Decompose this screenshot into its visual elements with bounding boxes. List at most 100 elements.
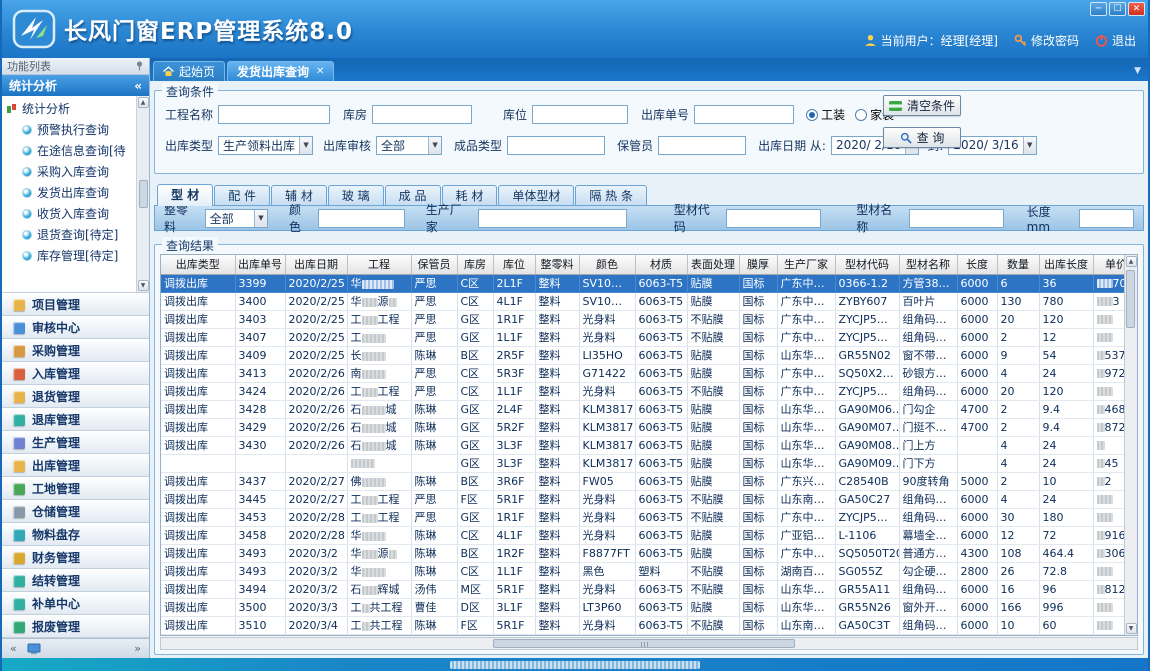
scroll-thumb[interactable] xyxy=(1126,270,1135,328)
table-row[interactable]: 调拨出库34302020/2/26石城陈琳G区3L3F整料KLM38176063… xyxy=(161,436,1138,454)
table-row[interactable]: 调拨出库34242020/2/26工工程严思C区1L1F整料光身料6063-T5… xyxy=(161,382,1138,400)
pin-icon[interactable] xyxy=(135,61,144,71)
tree-root[interactable]: 统计分析 xyxy=(6,98,135,119)
column-header[interactable]: 膜厚 xyxy=(739,255,777,274)
table-row[interactable]: 调拨出库34452020/2/27工工程严思F区5R1F整料光身料6063-T5… xyxy=(161,490,1138,508)
logout-button[interactable]: 退出 xyxy=(1095,32,1136,49)
table-row[interactable]: 调拨出库34092020/2/25长陈琳B区2R5F整料LI35HO6063-T… xyxy=(161,346,1138,364)
sidebar-section-header[interactable]: 统计分析 « xyxy=(2,75,149,96)
material-tab[interactable]: 玻 璃 xyxy=(328,185,384,206)
sidebar-menu-item[interactable]: 补单中心 xyxy=(2,592,149,615)
table-row[interactable]: 调拨出库34032020/2/25工工程严思G区1R1F整料光身料6063-T5… xyxy=(161,310,1138,328)
table-row[interactable]: 调拨出库35112020/3/4工共工程陈琳F区1L2F整料光身料6063-T5… xyxy=(161,634,1138,636)
table-row[interactable]: 调拨出库34932020/3/2华源陈琳B区1R2F整料F8877FT6063-… xyxy=(161,544,1138,562)
location-input[interactable] xyxy=(532,105,628,124)
column-header[interactable]: 出库长度 xyxy=(1039,255,1093,274)
tab-close-icon[interactable]: ✕ xyxy=(316,67,324,77)
table-row[interactable]: 调拨出库33992020/2/25华严思C区2L1F整料SV10…6063-T5… xyxy=(161,274,1138,292)
project-name-input[interactable] xyxy=(218,105,330,124)
table-row[interactable]: 调拨出库34282020/2/26石城陈琳G区2L4F整料KLM38176063… xyxy=(161,400,1138,418)
material-tab[interactable]: 配 件 xyxy=(214,185,270,206)
table-row[interactable]: 调拨出库34582020/2/28华陈琳C区4L1F整料光身料6063-T5贴膜… xyxy=(161,526,1138,544)
table-row[interactable]: 调拨出库34132020/2/26南严思C区5R3F整料G714226063-T… xyxy=(161,364,1138,382)
column-header[interactable]: 型材代码 xyxy=(835,255,899,274)
table-row[interactable]: 调拨出库34532020/2/28工工程严思G区1R1F整料光身料6063-T5… xyxy=(161,508,1138,526)
scroll-down-icon[interactable]: ▼ xyxy=(1126,623,1137,634)
scroll-down-icon[interactable]: ▼ xyxy=(138,280,149,291)
length-input[interactable] xyxy=(1079,209,1134,228)
column-header[interactable]: 型材名称 xyxy=(899,255,957,274)
tree-item[interactable]: 发货出库查询 xyxy=(6,182,135,203)
sidebar-menu-item[interactable]: 生产管理 xyxy=(2,431,149,454)
column-header[interactable]: 出库类型 xyxy=(161,255,235,274)
whole-select[interactable]: 全部▼ xyxy=(205,209,268,228)
tab-list-dropdown-icon[interactable]: ▼ xyxy=(1134,66,1141,76)
material-tab[interactable]: 单体型材 xyxy=(498,185,574,206)
column-header[interactable]: 出库日期 xyxy=(285,255,347,274)
tree-item[interactable]: 在途信息查询[待 xyxy=(6,140,135,161)
sidebar-menu-item[interactable]: 结转管理 xyxy=(2,569,149,592)
column-header[interactable]: 库房 xyxy=(457,255,493,274)
table-horizontal-scrollbar[interactable] xyxy=(160,637,1138,650)
column-header[interactable]: 颜色 xyxy=(579,255,635,274)
sidebar-menu-item[interactable]: 项目管理 xyxy=(2,293,149,316)
sidebar-menu-item[interactable]: 退货管理 xyxy=(2,385,149,408)
footer-forward-icon[interactable]: » xyxy=(134,642,141,655)
audit-select[interactable]: 全部▼ xyxy=(376,136,442,155)
footer-back-icon[interactable]: « xyxy=(10,642,17,655)
material-tab[interactable]: 型 材 xyxy=(157,184,213,206)
keeper-input[interactable] xyxy=(658,136,746,155)
sidebar-menu-item[interactable]: 仓储管理 xyxy=(2,500,149,523)
column-header[interactable]: 出库单号 xyxy=(235,255,285,274)
scroll-thumb[interactable] xyxy=(139,180,148,208)
column-header[interactable]: 整零料 xyxy=(535,255,579,274)
tab-home[interactable]: 起始页 xyxy=(153,61,225,81)
column-header[interactable]: 工程 xyxy=(347,255,411,274)
tree-item[interactable]: 退货查询[待定] xyxy=(6,224,135,245)
sidebar-menu-item[interactable]: 采购管理 xyxy=(2,339,149,362)
column-header[interactable]: 材质 xyxy=(635,255,687,274)
table-row[interactable]: 调拨出库35102020/3/4工共工程陈琳F区5R1F整料光身料6063-T5… xyxy=(161,616,1138,634)
table-row[interactable]: G区3L3F整料KLM38176063-T5贴膜国标山东华…GA90M09…门下… xyxy=(161,454,1138,472)
out-type-select[interactable]: 生产领料出库▼ xyxy=(218,136,313,155)
radio-workwear[interactable]: 工装 xyxy=(806,106,845,123)
column-header[interactable]: 数量 xyxy=(997,255,1039,274)
column-header[interactable]: 库位 xyxy=(493,255,535,274)
column-header[interactable]: 表面处理 xyxy=(687,255,739,274)
order-no-input[interactable] xyxy=(694,105,794,124)
date-to-select[interactable]: 2020/ 3/16▼ xyxy=(948,136,1036,155)
tree-scrollbar[interactable]: ▲ ▼ xyxy=(136,96,149,292)
table-row[interactable]: 调拨出库34372020/2/27佛陈琳B区3R6F整料FW056063-T5贴… xyxy=(161,472,1138,490)
scroll-up-icon[interactable]: ▲ xyxy=(1126,256,1137,267)
clear-conditions-button[interactable]: 清空条件 xyxy=(883,95,961,116)
sidebar-menu-item[interactable]: 报废管理 xyxy=(2,615,149,638)
sidebar-menu-item[interactable]: 出库管理 xyxy=(2,454,149,477)
minimize-button[interactable]: ─ xyxy=(1090,2,1107,16)
sidebar-menu-item[interactable]: 工地管理 xyxy=(2,477,149,500)
sidebar-menu-item[interactable]: 审核中心 xyxy=(2,316,149,339)
scroll-thumb[interactable] xyxy=(493,639,796,648)
column-header[interactable]: 保管员 xyxy=(411,255,457,274)
sidebar-menu-item[interactable]: 财务管理 xyxy=(2,546,149,569)
manufacturer-input[interactable] xyxy=(478,209,626,228)
scroll-up-icon[interactable]: ▲ xyxy=(138,97,149,108)
column-header[interactable]: 长度 xyxy=(957,255,997,274)
table-row[interactable]: 调拨出库34072020/2/25工严思G区1L1F整料光身料6063-T5不贴… xyxy=(161,328,1138,346)
product-type-input[interactable] xyxy=(507,136,605,155)
tree-item[interactable]: 库存管理[待定] xyxy=(6,245,135,266)
profile-name-input[interactable] xyxy=(909,209,1004,228)
change-password-button[interactable]: 修改密码 xyxy=(1014,32,1079,49)
table-row[interactable]: 调拨出库34292020/2/26石城陈琳G区5R2F整料KLM38176063… xyxy=(161,418,1138,436)
sidebar-menu-item[interactable]: 物料盘存 xyxy=(2,523,149,546)
table-row[interactable]: 调拨出库34932020/3/2华陈琳C区1L1F整料黑色塑料不贴膜国标湖南百…… xyxy=(161,562,1138,580)
table-row[interactable]: 调拨出库35002020/3/3工共工程曹佳D区3L1F整料LT3P606063… xyxy=(161,598,1138,616)
table-vertical-scrollbar[interactable]: ▲ ▼ xyxy=(1124,255,1137,635)
tree-item[interactable]: 预警执行查询 xyxy=(6,119,135,140)
profile-code-input[interactable] xyxy=(726,209,821,228)
material-tab[interactable]: 隔 热 条 xyxy=(575,185,647,206)
tab-shipment-outbound-query[interactable]: 发货出库查询 ✕ xyxy=(227,61,334,81)
table-row[interactable]: 调拨出库34002020/2/25华源严思C区4L1F整料SV10…6063-T… xyxy=(161,292,1138,310)
search-button[interactable]: 查 询 xyxy=(883,127,961,148)
color-input[interactable] xyxy=(318,209,405,228)
maximize-button[interactable]: ☐ xyxy=(1109,2,1126,16)
